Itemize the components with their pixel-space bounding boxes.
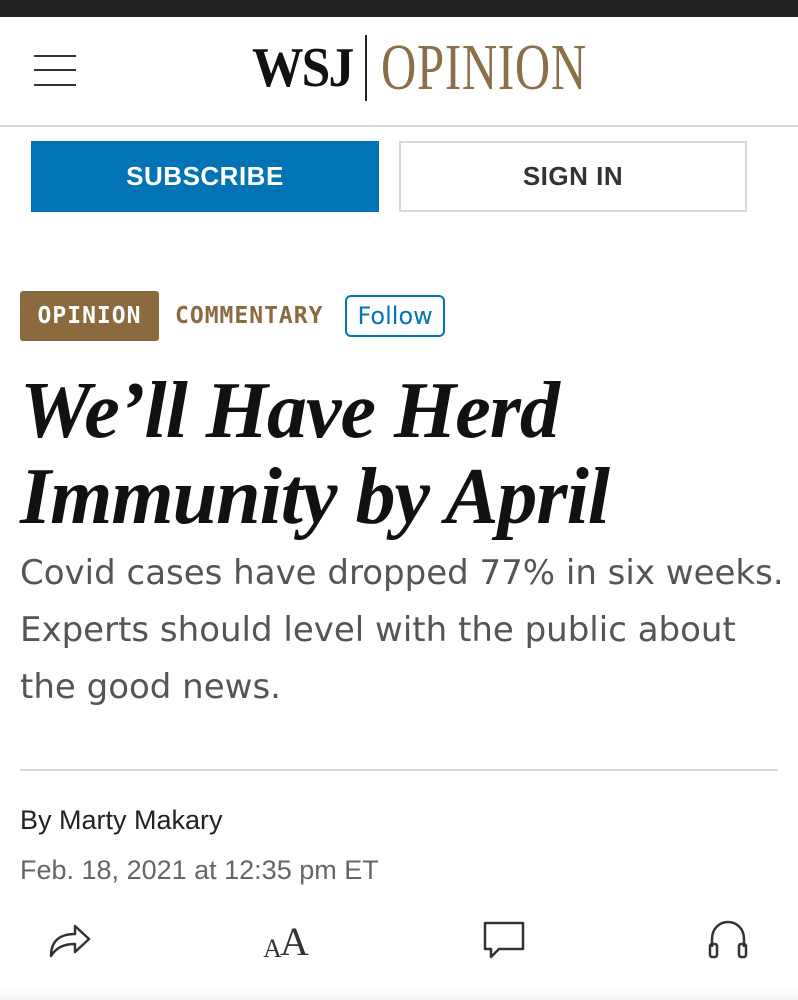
subscribe-button[interactable]: SUBSCRIBE	[31, 141, 379, 212]
article-flag-row: OPINION COMMENTARY Follow	[20, 291, 445, 341]
byline-prefix: By	[20, 805, 52, 835]
author-link[interactable]: Marty Makary	[59, 805, 223, 835]
text-size-icon: A A	[263, 918, 309, 962]
opinion-section-logo: OPINION	[381, 31, 588, 104]
text-size-large-glyph: A	[279, 919, 309, 964]
article-toolbar: A A	[0, 910, 798, 980]
divider	[20, 769, 778, 771]
masthead-divider	[365, 35, 368, 101]
headline-line-2: Immunity by April	[20, 453, 610, 541]
status-strip	[0, 0, 798, 17]
menu-line	[34, 69, 76, 71]
masthead-logo[interactable]: WSJ OPINION	[252, 33, 659, 103]
comments-button[interactable]	[474, 910, 534, 970]
follow-button[interactable]: Follow	[345, 295, 445, 337]
sign-in-button[interactable]: SIGN IN	[399, 141, 747, 212]
byline: By Marty Makary	[20, 805, 223, 836]
text-size-button[interactable]: A A	[256, 910, 316, 970]
bottom-edge	[0, 988, 798, 1000]
article-dek: Covid cases have dropped 77% in six week…	[20, 553, 784, 707]
opinion-badge[interactable]: OPINION	[20, 291, 159, 341]
listen-button[interactable]	[698, 910, 758, 970]
share-button[interactable]	[40, 910, 100, 970]
commentary-label[interactable]: COMMENTARY	[175, 303, 323, 329]
article-headline: We’ll Have Herd Immunity by April	[20, 368, 760, 540]
menu-line	[34, 84, 76, 86]
share-icon	[49, 924, 91, 958]
hamburger-menu-icon[interactable]	[34, 53, 76, 87]
headline-line-1: We’ll Have Herd	[20, 367, 560, 455]
wsj-logo: WSJ	[252, 37, 354, 99]
menu-line	[34, 55, 76, 57]
headphones-icon	[708, 920, 748, 959]
publish-timestamp: Feb. 18, 2021 at 12:35 pm ET	[20, 855, 379, 885]
site-header: WSJ OPINION	[0, 17, 798, 127]
comment-icon	[483, 921, 525, 959]
